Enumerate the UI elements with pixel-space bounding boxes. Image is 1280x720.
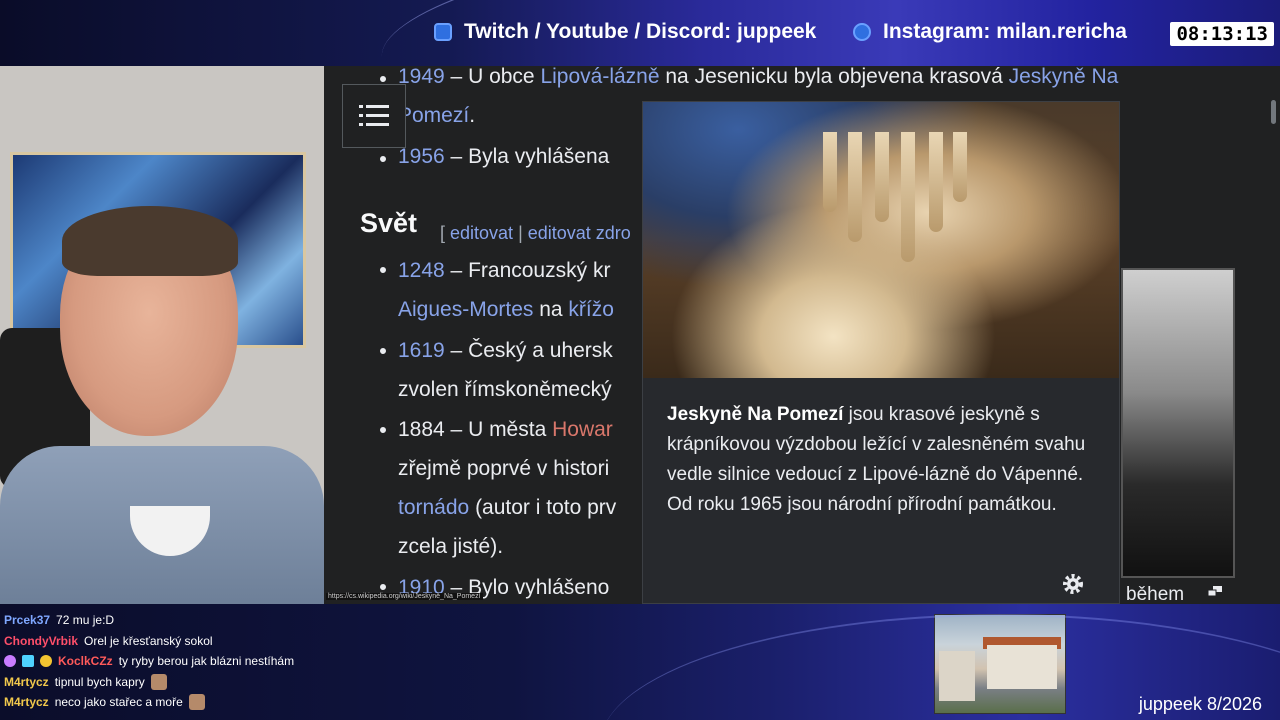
link-pomezi[interactable]: Pomezí xyxy=(398,104,469,127)
text: – U obce xyxy=(444,66,541,88)
list-item-cont: zřejmě poprvé v histori xyxy=(398,449,609,488)
article-image[interactable] xyxy=(1121,268,1235,578)
chat-user: ChondyVrbik xyxy=(4,633,79,648)
section-heading: Svět xyxy=(360,208,418,238)
instagram-icon xyxy=(853,23,871,41)
list-item-cont: Aigues-Mortes na křížo xyxy=(398,290,614,329)
page-preview-popup[interactable]: Jeskyně Na Pomezí jsou krasové jeskyně s… xyxy=(642,101,1120,604)
list-item-cont: zvolen římskoněmecký xyxy=(398,370,612,409)
chat-message: ChondyVrbik Orel je křesťanský sokol xyxy=(4,631,294,652)
text: 1884 xyxy=(398,418,445,441)
text: zřejmě poprvé v histori xyxy=(398,457,610,480)
list-item: 1884 – U města Howar xyxy=(398,410,613,449)
twitch-icon xyxy=(434,23,452,41)
badge-icon xyxy=(40,655,52,668)
chat-log: Prcek37 72 mu je:D ChondyVrbik Orel je k… xyxy=(4,610,294,713)
chat-user: M4rtycz xyxy=(4,695,49,709)
text: – U města xyxy=(444,418,553,441)
social-instagram: Instagram: milan.rericha xyxy=(853,20,1127,44)
chat-user: Prcek37 xyxy=(4,613,51,627)
list-bullet xyxy=(380,76,386,82)
list-item-cont: tornádo (autor i toto prv xyxy=(398,488,616,527)
list-item: 1949 – U obce Lipová-lázně na Jesenicku … xyxy=(398,66,1118,96)
scrollbar-thumb[interactable] xyxy=(1271,100,1276,124)
social-twitch: Twitch / Youtube / Discord: juppeek xyxy=(434,20,816,44)
preview-title: Jeskyně Na Pomezí xyxy=(667,404,844,425)
list-item-cont: Pomezí. xyxy=(398,96,475,135)
chat-text: Orel je křesťanský sokol xyxy=(84,633,213,648)
gear-icon[interactable] xyxy=(1061,572,1085,596)
text: . xyxy=(469,104,476,127)
house xyxy=(939,651,975,701)
link-year-1956[interactable]: 1956 xyxy=(398,145,445,168)
social-text-2: Instagram: milan.rericha xyxy=(883,20,1127,43)
clock: 08:13:13 xyxy=(1170,22,1274,46)
stalactite xyxy=(823,132,837,212)
list-icon xyxy=(359,105,389,126)
expand-icon[interactable] xyxy=(1208,586,1222,596)
text: zcela jisté). xyxy=(398,535,504,558)
text: na Jesenicku byla objevena krasová xyxy=(659,66,1009,88)
stalactite xyxy=(848,132,862,242)
text: – Byla vyhlášena xyxy=(444,145,610,168)
edit-source-link[interactable]: editovat zdro xyxy=(528,223,631,243)
link-lipova[interactable]: Lipová-lázně xyxy=(540,66,659,88)
streamer-hair xyxy=(62,206,238,276)
link-aigues-mortes[interactable]: Aigues-Mortes xyxy=(398,298,533,321)
list-bullet xyxy=(380,427,386,433)
list-bullet xyxy=(380,267,386,273)
list-item: 1248 – Francouzský kr xyxy=(398,251,610,290)
webcam-feed xyxy=(0,66,324,604)
link-year-1619[interactable]: 1619 xyxy=(398,339,445,362)
link-howard[interactable]: Howar xyxy=(552,418,613,441)
list-item: 1619 – Český a uhersk xyxy=(398,331,613,370)
edit-link[interactable]: editovat xyxy=(450,223,513,243)
emote-icon xyxy=(188,694,205,711)
stalactite xyxy=(953,132,967,202)
chat-text: ty ryby berou jak blázni nestíhám xyxy=(118,654,295,668)
badge-icon xyxy=(4,655,16,668)
stream-caption: juppeek 8/2026 xyxy=(1138,694,1262,714)
stalactite xyxy=(901,132,915,262)
badge-icon xyxy=(22,655,34,668)
chat-user: KoclkCZz xyxy=(58,654,113,668)
camera-thumbnail xyxy=(934,614,1066,714)
status-bar-url: https://cs.wikipedia.org/wiki/Jeskyně_Na… xyxy=(326,593,483,600)
text: zvolen římskoněmecký xyxy=(398,378,612,401)
chat-text: neco jako stařec a moře xyxy=(54,695,183,709)
list-item-cont: zcela jisté). xyxy=(398,527,503,566)
text: (autor i toto prv xyxy=(469,496,617,519)
roof xyxy=(983,637,1061,649)
chat-user: M4rtycz xyxy=(4,674,49,689)
chat-message: M4rtycz tipnul bych kapry xyxy=(4,672,294,693)
image-caption: během xyxy=(1126,584,1185,605)
stream-top-banner: Twitch / Youtube / Discord: juppeek Inst… xyxy=(0,0,1280,66)
edit-links: [ editovat | editovat zdro xyxy=(440,223,631,243)
list-bullet xyxy=(380,584,386,590)
chat-message: Prcek37 72 mu je:D xyxy=(4,610,294,631)
social-text-1: Twitch / Youtube / Discord: juppeek xyxy=(464,20,817,43)
link-krizova[interactable]: křížo xyxy=(568,298,614,321)
house xyxy=(987,645,1057,689)
cave-photo xyxy=(643,102,1119,378)
stalactite xyxy=(875,132,889,222)
stream-bottom-bar: Prcek37 72 mu je:D ChondyVrbik Orel je k… xyxy=(0,604,1280,720)
toc-toggle-button[interactable] xyxy=(342,84,406,148)
chat-message: M4rtycz neco jako stařec a moře xyxy=(4,692,294,713)
chat-text: 72 mu je:D xyxy=(56,613,115,627)
link-jeskyne[interactable]: Jeskyně Na xyxy=(1009,66,1119,88)
chat-text: tipnul bych kapry xyxy=(54,674,145,689)
list-bullet xyxy=(380,156,386,162)
list-bullet xyxy=(380,348,386,354)
stalactite xyxy=(929,132,943,232)
emote-icon xyxy=(150,673,167,690)
link-year-1248[interactable]: 1248 xyxy=(398,259,445,282)
text: – Francouzský kr xyxy=(444,259,611,282)
list-item: 1956 – Byla vyhlášena xyxy=(398,137,609,176)
chat-message: KoclkCZz ty ryby berou jak blázni nestíh… xyxy=(4,651,294,672)
text: na xyxy=(533,298,569,321)
preview-text: Jeskyně Na Pomezí jsou krasové jeskyně s… xyxy=(667,400,1103,520)
text: – Český a uhersk xyxy=(444,339,613,362)
link-tornado[interactable]: tornádo xyxy=(398,496,469,519)
